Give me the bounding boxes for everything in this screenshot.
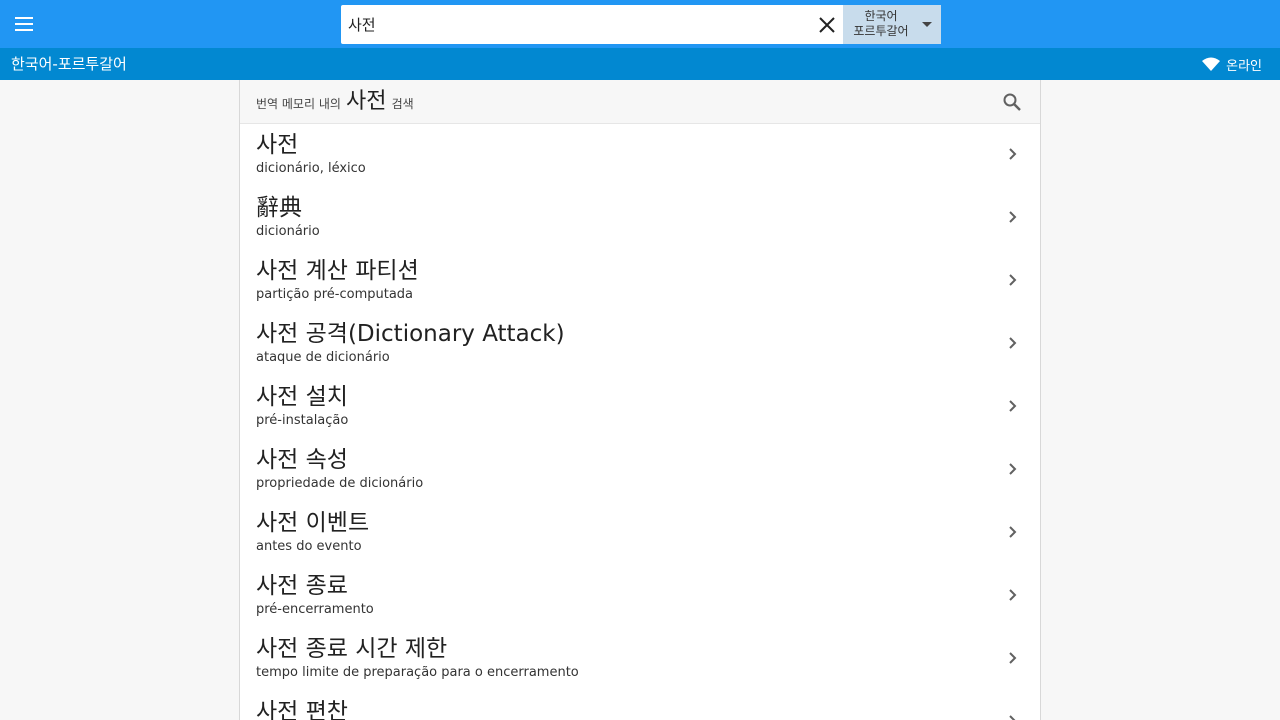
language-pair-bar: 한국어-포르투갈어 온라인 (0, 48, 1280, 80)
search-input[interactable] (341, 5, 806, 44)
translation-memory-text: 번역 메모리 내의 사전 검색 (256, 86, 414, 120)
chevron-right-icon (1009, 400, 1017, 412)
menu-icon (15, 17, 33, 31)
chevron-right-icon (1009, 589, 1017, 601)
chevron-right-icon (1009, 463, 1017, 475)
result-term: 사전 (256, 132, 299, 158)
result-term: 사전 계산 파티션 (256, 258, 419, 284)
result-item[interactable]: 사전 공격(Dictionary Attack) ataque de dicio… (240, 313, 1040, 376)
tm-suffix: 검색 (391, 97, 414, 111)
clear-search-button[interactable] (815, 13, 839, 37)
wifi-icon (1202, 57, 1221, 71)
chevron-right-icon (1009, 337, 1017, 349)
result-term: 사전 편찬 (256, 699, 348, 720)
chevron-right-icon (1009, 148, 1017, 160)
result-term: 사전 공격(Dictionary Attack) (256, 321, 565, 347)
result-term: 辭典 (256, 195, 302, 221)
result-translation: propriedade de dicionário (256, 476, 424, 491)
result-item[interactable]: 사전 종료 pré-encerramento (240, 565, 1040, 628)
close-icon (819, 17, 835, 33)
result-item[interactable]: 사전 설치 pré-instalação (240, 376, 1040, 439)
results-panel: 번역 메모리 내의 사전 검색 사전 dicionário, léxico 辭典… (239, 80, 1041, 720)
result-term: 사전 이벤트 (256, 510, 370, 536)
result-term: 사전 종료 시간 제한 (256, 636, 448, 662)
result-translation: pré-encerramento (256, 602, 374, 617)
tm-term: 사전 (346, 89, 387, 114)
result-translation: pré-instalação (256, 413, 349, 428)
top-app-bar: 한국어 포르투갈어 (0, 0, 1280, 48)
chevron-right-icon (1009, 715, 1016, 720)
target-language-label: 포르투갈어 (853, 24, 909, 38)
result-item[interactable]: 사전 계산 파티션 partição pré-computada (240, 250, 1040, 313)
chevron-right-icon (1009, 274, 1017, 286)
result-item[interactable]: 사전 dicionário, léxico (240, 124, 1040, 187)
language-pair-title: 한국어-포르투갈어 (11, 55, 127, 73)
result-term: 사전 속성 (256, 447, 348, 473)
result-translation: partição pré-computada (256, 287, 414, 302)
connection-status-label: 온라인 (1226, 58, 1262, 74)
chevron-right-icon (1009, 652, 1017, 664)
result-item[interactable]: 辭典 dicionário (240, 187, 1040, 250)
result-term: 사전 설치 (256, 384, 348, 410)
menu-button[interactable] (12, 12, 36, 36)
result-term: 사전 종료 (256, 573, 348, 599)
source-language-label: 한국어 (864, 9, 898, 23)
result-translation: dicionário (256, 224, 320, 239)
translation-memory-search[interactable]: 번역 메모리 내의 사전 검색 (240, 80, 1040, 124)
result-item[interactable]: 사전 종료 시간 제한 tempo limite de preparação p… (240, 628, 1040, 691)
chevron-right-icon (1009, 526, 1017, 538)
result-translation: ataque de dicionário (256, 350, 390, 365)
caret-down-icon (922, 22, 932, 27)
result-translation: dicionário, léxico (256, 161, 366, 176)
result-translation: antes do evento (256, 539, 362, 554)
result-translation: tempo limite de preparação para o encerr… (256, 665, 579, 680)
search-box: 한국어 포르투갈어 (341, 5, 941, 44)
chevron-right-icon (1009, 211, 1017, 223)
result-item[interactable]: 사전 편찬 (240, 691, 1040, 720)
connection-status: 온라인 (1202, 54, 1262, 74)
result-item[interactable]: 사전 이벤트 antes do evento (240, 502, 1040, 565)
search-icon (1003, 93, 1021, 111)
language-selector[interactable]: 한국어 포르투갈어 (843, 5, 941, 44)
result-item[interactable]: 사전 속성 propriedade de dicionário (240, 439, 1040, 502)
tm-prefix: 번역 메모리 내의 (256, 97, 341, 111)
